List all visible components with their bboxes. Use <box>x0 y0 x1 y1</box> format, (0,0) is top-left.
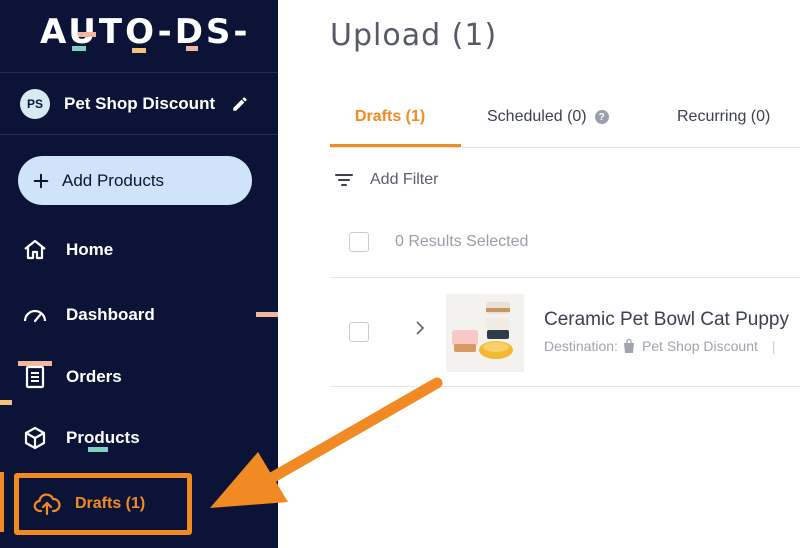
product-destination: Destination: Pet Shop Discount | <box>544 338 776 354</box>
logo-decoration <box>132 48 146 53</box>
logo-decoration <box>186 46 198 51</box>
tab-label: Recurring (0) <box>677 108 771 125</box>
active-indicator <box>0 472 4 532</box>
shopify-bag-icon <box>623 338 634 353</box>
store-avatar: PS <box>20 89 50 119</box>
tab-label: Scheduled (0) <box>487 108 587 125</box>
row-checkbox[interactable] <box>349 322 369 342</box>
store-selector[interactable]: PS Pet Shop Discount <box>20 88 260 120</box>
decoration <box>88 447 108 452</box>
sidebar-item-label: Home <box>66 240 114 259</box>
logo-decoration <box>72 46 86 51</box>
add-products-label: Add Products <box>62 170 165 190</box>
decoration <box>0 400 12 405</box>
divider: | <box>771 338 776 354</box>
chevron-right-icon[interactable] <box>412 320 428 336</box>
sidebar-item-label: Drafts (1) <box>75 495 146 512</box>
receipt-icon <box>25 365 45 389</box>
cloud-upload-icon <box>33 493 61 516</box>
gauge-icon <box>23 309 47 323</box>
sidebar: AUTO-DS- PS Pet Shop Discount Add Produc… <box>0 0 278 548</box>
plus-icon <box>33 173 49 188</box>
tab-recurring[interactable]: Recurring (0) <box>677 108 770 126</box>
logo-decoration <box>78 32 96 37</box>
pet-bowl-image <box>446 294 524 372</box>
sidebar-item-dashboard[interactable]: Dashboard <box>22 298 155 332</box>
sidebar-item-label: Products <box>66 428 140 447</box>
destination-label: Destination: <box>544 338 618 354</box>
active-tab-underline <box>330 144 461 147</box>
tab-scheduled[interactable]: Scheduled (0) ? <box>487 108 609 126</box>
box-icon <box>24 426 46 450</box>
help-icon[interactable]: ? <box>594 110 609 124</box>
sidebar-item-products[interactable]: Products <box>22 421 140 455</box>
decoration <box>256 312 278 317</box>
product-title[interactable]: Ceramic Pet Bowl Cat Puppy <box>544 309 789 331</box>
sidebar-item-label: Dashboard <box>66 305 155 324</box>
tab-drafts[interactable]: Drafts (1) <box>355 108 425 126</box>
sidebar-divider <box>0 134 278 135</box>
add-products-button[interactable]: Add Products <box>18 156 252 205</box>
sidebar-item-label: Orders <box>66 367 122 386</box>
store-name: Pet Shop Discount <box>64 94 216 113</box>
home-icon <box>24 239 46 260</box>
tab-bar: Drafts (1) Scheduled (0) ? Recurring (0) <box>330 96 800 148</box>
results-selected-count: 0 Results Selected <box>395 233 529 250</box>
pencil-icon[interactable] <box>231 95 249 113</box>
page-title: Upload (1) <box>330 18 498 53</box>
sidebar-item-drafts[interactable]: Drafts (1) <box>14 473 192 535</box>
main-content: Upload (1) Drafts (1) Scheduled (0) ? Re… <box>278 0 800 548</box>
add-filter-button[interactable]: Add Filter <box>334 170 438 190</box>
add-filter-label: Add Filter <box>370 171 439 188</box>
destination-store: Pet Shop Discount <box>641 338 758 354</box>
select-all-checkbox[interactable] <box>349 232 369 252</box>
product-thumbnail[interactable] <box>446 294 524 372</box>
sidebar-item-home[interactable]: Home <box>22 233 113 267</box>
tab-label: Drafts (1) <box>355 108 426 125</box>
sidebar-divider <box>0 72 278 73</box>
table-row[interactable]: Ceramic Pet Bowl Cat Puppy Destination: … <box>330 277 800 387</box>
filter-icon <box>335 174 353 186</box>
sidebar-item-orders[interactable]: Orders <box>22 360 122 394</box>
